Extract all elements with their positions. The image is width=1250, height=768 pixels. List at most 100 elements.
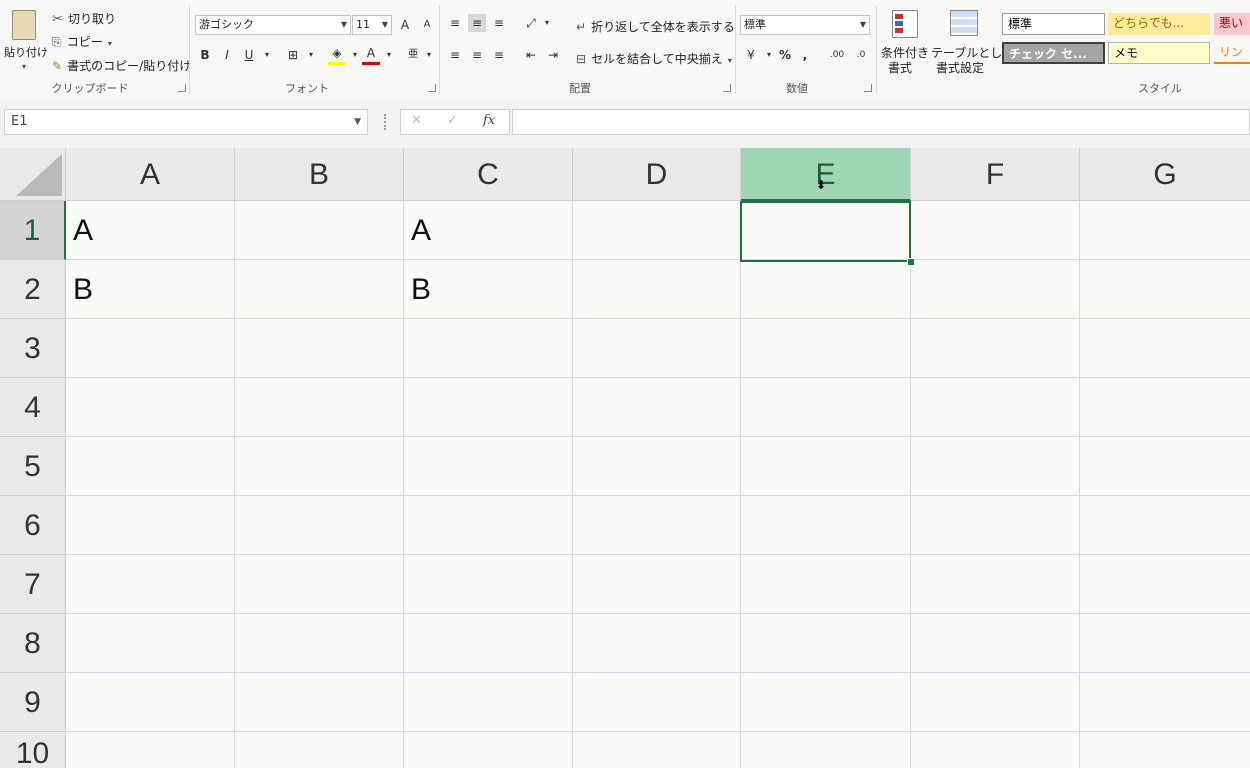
number-format-select[interactable]: 標準 ▼ — [740, 15, 870, 35]
underline-button[interactable]: U — [240, 46, 258, 64]
chevron-down-icon: ▼ — [340, 20, 347, 29]
styles-group-label: スタイル — [1138, 82, 1182, 95]
font-color-dropdown[interactable]: ▾ — [380, 46, 398, 64]
conditional-formatting-button[interactable]: 条件付き 書式 — [880, 8, 930, 75]
select-all-corner[interactable] — [0, 148, 66, 201]
currency-icon[interactable]: ¥ — [742, 46, 760, 64]
cancel-icon[interactable]: ✕ — [411, 113, 422, 128]
fill-color-icon[interactable]: ◈ — [328, 44, 346, 65]
grow-font-button[interactable]: A — [396, 16, 414, 34]
paste-button[interactable]: 貼り付け ▾ — [2, 6, 48, 72]
formula-input[interactable] — [512, 109, 1250, 135]
borders-dropdown[interactable]: ▾ — [302, 46, 320, 64]
align-center-icon[interactable]: ≡ — [468, 46, 486, 64]
column-header-b[interactable]: B — [235, 148, 404, 201]
font-size-select[interactable]: 11 ▼ — [352, 15, 392, 35]
decrease-indent-icon[interactable]: ⇤ — [522, 46, 540, 64]
align-right-icon[interactable]: ≡ — [490, 46, 508, 64]
percent-button[interactable]: % — [776, 46, 794, 64]
row-header-1[interactable]: 1 — [0, 201, 66, 260]
gridline — [740, 201, 741, 768]
separator — [876, 6, 877, 94]
gridline — [910, 201, 911, 768]
fill-handle[interactable] — [907, 258, 915, 266]
clipboard-icon — [12, 10, 36, 40]
active-cell-e1[interactable] — [740, 201, 911, 262]
spreadsheet-grid: A B C D E F G ⬇ 1 2 3 4 5 6 7 8 9 10 A B… — [0, 148, 1250, 768]
phonetic-dropdown[interactable]: ▾ — [420, 46, 438, 64]
dialog-launcher-icon[interactable] — [178, 84, 186, 92]
align-bottom-icon[interactable]: ≡ — [490, 14, 508, 32]
cut-button[interactable]: ✂ 切り取り — [52, 8, 116, 27]
dialog-launcher-icon[interactable] — [723, 84, 731, 92]
shrink-font-button[interactable]: A — [418, 16, 436, 34]
row-header-5[interactable]: 5 — [0, 437, 66, 496]
cell-a2[interactable]: B — [66, 260, 235, 319]
borders-icon[interactable]: ⊞ — [284, 46, 302, 64]
align-middle-icon[interactable]: ≡ — [468, 14, 486, 32]
column-header-c[interactable]: C — [404, 148, 573, 201]
dialog-launcher-icon[interactable] — [864, 84, 872, 92]
drag-handle-icon[interactable] — [384, 114, 388, 130]
merge-center-button[interactable]: ⊟ セルを結合して中央揃え ▾ — [576, 48, 732, 67]
style-linked-cell[interactable]: リン — [1214, 42, 1250, 64]
align-top-icon[interactable]: ≡ — [446, 14, 464, 32]
clipboard-group-label: クリップボード — [51, 82, 129, 95]
bold-button[interactable]: B — [196, 46, 214, 64]
dialog-launcher-icon[interactable] — [428, 84, 436, 92]
gridline — [66, 613, 1250, 614]
enter-icon[interactable]: ✓ — [447, 113, 458, 128]
ribbon: 貼り付け ▾ ✂ 切り取り ⎘ コピー ▾ ✎ 書式のコピー/貼り付け クリップ… — [0, 0, 1250, 101]
column-header-g[interactable]: G — [1080, 148, 1250, 201]
gridline — [66, 259, 1250, 260]
grow-font-label: A — [400, 18, 410, 32]
chevron-down-icon: ▾ — [727, 56, 732, 65]
column-header-a[interactable]: A — [66, 148, 235, 201]
copy-button[interactable]: ⎘ コピー ▾ — [52, 31, 112, 49]
column-header-f[interactable]: F — [911, 148, 1080, 201]
font-color-button[interactable]: A — [362, 44, 380, 65]
font-color-label: A — [366, 46, 376, 60]
comma-button[interactable]: , — [796, 46, 814, 64]
column-header-d[interactable]: D — [573, 148, 741, 201]
increase-indent-icon[interactable]: ⇥ — [544, 46, 562, 64]
decrease-decimal-button[interactable]: .0 — [850, 46, 872, 64]
style-note[interactable]: メモ — [1108, 42, 1210, 64]
italic-button[interactable]: I — [218, 46, 236, 64]
wrap-text-button[interactable]: ↵ 折り返して全体を表示する — [576, 16, 735, 35]
row-header-7[interactable]: 7 — [0, 555, 66, 614]
percent-label: % — [778, 48, 792, 62]
table-icon — [950, 10, 978, 36]
cell-c1[interactable]: A — [404, 201, 573, 260]
row-header-2[interactable]: 2 — [0, 260, 66, 319]
orientation-dropdown[interactable]: ▾ — [538, 14, 556, 32]
style-check-cell[interactable]: チェック セ... — [1002, 42, 1105, 64]
insert-function-icon[interactable]: fx — [483, 113, 495, 128]
align-left-icon[interactable]: ≡ — [446, 46, 464, 64]
formula-buttons: ✕ ✓ fx — [400, 109, 510, 135]
row-header-3[interactable]: 3 — [0, 319, 66, 378]
format-as-table-button[interactable]: テーブルとして 書式設定 — [930, 8, 1014, 75]
cell-c2[interactable]: B — [404, 260, 573, 319]
gridline — [66, 436, 1250, 437]
gridline — [66, 318, 1250, 319]
comma-label: , — [802, 48, 808, 62]
increase-decimal-button[interactable]: .00 — [826, 46, 848, 64]
format-painter-button[interactable]: ✎ 書式のコピー/貼り付け — [52, 55, 191, 73]
alignment-group-label: 配置 — [569, 82, 591, 95]
cell-a1[interactable]: A — [66, 201, 235, 260]
row-header-9[interactable]: 9 — [0, 673, 66, 732]
row-header-8[interactable]: 8 — [0, 614, 66, 673]
table-label-2: 書式設定 — [936, 61, 985, 75]
font-name-select[interactable]: 游ゴシック ▼ — [195, 15, 351, 35]
style-bad[interactable]: 悪い — [1214, 13, 1250, 35]
row-header-4[interactable]: 4 — [0, 378, 66, 437]
name-box[interactable]: E1 ▼ — [4, 109, 368, 135]
underline-dropdown[interactable]: ▾ — [258, 46, 276, 64]
style-neutral[interactable]: どちらでも... — [1108, 13, 1210, 35]
style-normal[interactable]: 標準 — [1002, 13, 1105, 35]
row-header-10[interactable]: 10 — [0, 732, 66, 768]
paintbrush-icon: ✎ — [52, 59, 63, 73]
row-header-6[interactable]: 6 — [0, 496, 66, 555]
column-header-e[interactable]: E — [741, 148, 911, 201]
